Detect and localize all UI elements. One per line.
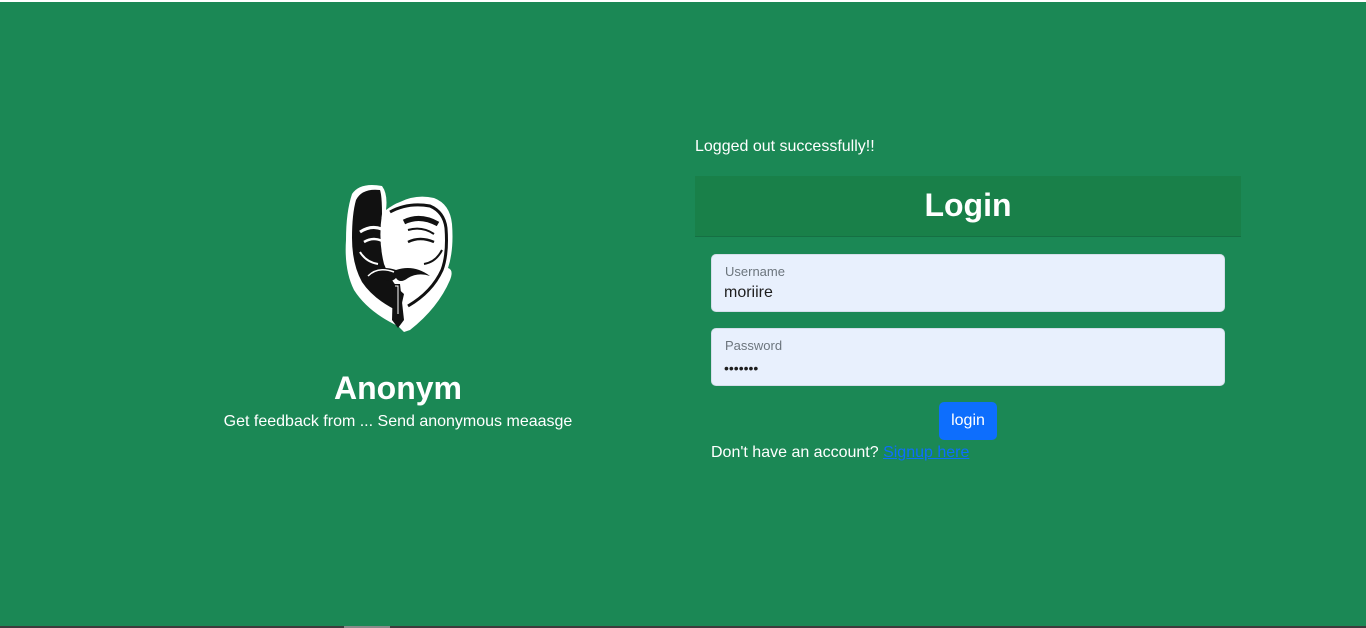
anonymous-mask-icon [345, 185, 453, 332]
page-background: Anonym Get feedback from ... Send anonym… [0, 2, 1366, 626]
login-title: Login [695, 176, 1241, 237]
password-label: Password [725, 338, 783, 353]
brand-tagline: Get feedback from ... Send anonymous mea… [223, 413, 573, 430]
signup-prompt: Don't have an account? [711, 444, 879, 461]
username-field[interactable]: Username moriire [711, 254, 1225, 312]
password-field[interactable]: Password ••••••• [711, 328, 1225, 386]
username-label: Username [725, 264, 785, 279]
username-input[interactable]: moriire [724, 282, 1204, 304]
brand-panel: Anonym Get feedback from ... Send anonym… [198, 180, 598, 433]
password-input[interactable]: ••••••• [724, 357, 1204, 379]
signup-link[interactable]: Signup here [883, 444, 969, 461]
submit-row: login [695, 402, 1241, 440]
flash-message: Logged out successfully!! [695, 138, 875, 155]
login-button[interactable]: login [939, 402, 997, 440]
login-card: Login Username moriire Password ••••••• … [695, 176, 1241, 464]
signup-prompt-row: Don't have an account? Signup here [711, 442, 1241, 464]
brand-name: Anonym [334, 370, 462, 406]
